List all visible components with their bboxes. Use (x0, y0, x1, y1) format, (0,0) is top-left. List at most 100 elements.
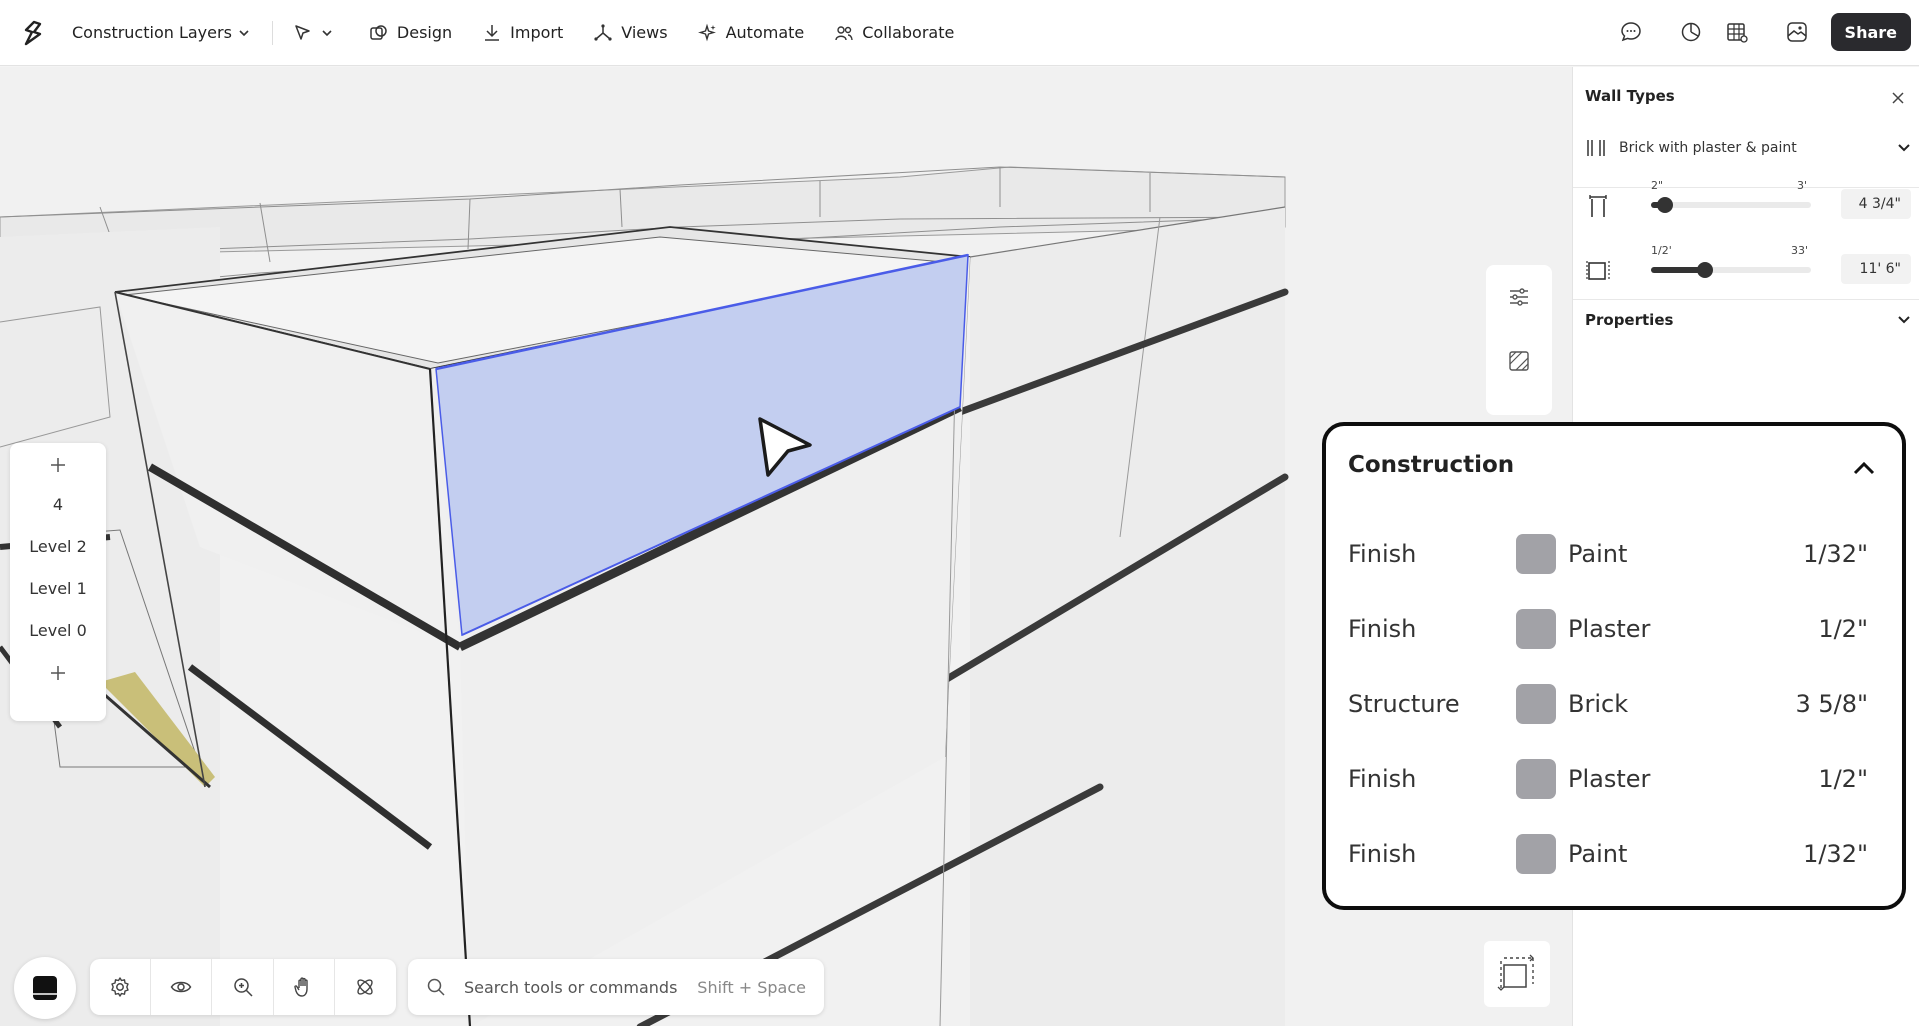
height-max: 33' (1791, 244, 1809, 257)
tool-collaborate[interactable]: Collaborate (834, 23, 954, 43)
search-icon (427, 978, 445, 996)
app-logo-icon[interactable] (18, 18, 48, 48)
layer-thickness: 1/32" (1803, 840, 1868, 868)
chevron-up-icon[interactable] (1852, 458, 1876, 478)
level-item-level-2[interactable]: Level 2 (29, 525, 87, 567)
search-shortcut: Shift + Space (697, 977, 806, 997)
wall-type-dropdown[interactable]: Brick with plaster & paint (1585, 131, 1911, 165)
layer-row[interactable]: Finish Plaster 1/2" (1348, 755, 1868, 803)
thickness-max: 3' (1797, 179, 1808, 192)
material-swatch[interactable] (1516, 609, 1556, 649)
layer-material: Plaster (1568, 615, 1651, 643)
height-slider-knob[interactable] (1697, 262, 1713, 278)
chevron-down-icon (1898, 316, 1910, 324)
layer-row[interactable]: Finish Paint 1/32" (1348, 530, 1868, 578)
level-selector: 4 Level 2 Level 1 Level 0 (10, 443, 106, 721)
layer-thickness: 3 5/8" (1795, 690, 1868, 718)
spreadsheet-icon[interactable] (1725, 20, 1749, 44)
layer-row[interactable]: Structure Brick 3 5/8" (1348, 680, 1868, 728)
app-window: Construction Layers Design Import Views … (0, 0, 1919, 1026)
bottom-toolbar (90, 959, 396, 1015)
pan-button[interactable] (274, 959, 335, 1015)
tool-automate-label: Automate (725, 23, 805, 42)
construction-layers-card: Construction Finish Paint 1/32" Finish P… (1322, 422, 1906, 910)
tool-views[interactable]: Views (593, 23, 668, 43)
project-menu[interactable]: Construction Layers (72, 23, 250, 42)
visibility-button[interactable] (151, 959, 213, 1015)
command-search[interactable]: Search tools or commands Shift + Space (408, 959, 824, 1015)
project-name: Construction Layers (72, 23, 232, 42)
assistant-button[interactable] (14, 957, 76, 1019)
zoom-icon (233, 978, 253, 997)
wall-height-icon (1586, 261, 1610, 281)
material-swatch[interactable] (1516, 834, 1556, 874)
thickness-value-field[interactable]: 4 3/4" (1841, 189, 1911, 219)
collaborate-icon (835, 25, 853, 40)
level-item-4[interactable]: 4 (53, 483, 63, 525)
add-level-bottom-icon[interactable] (48, 663, 68, 683)
tool-automate[interactable]: Automate (697, 23, 805, 43)
material-swatch[interactable] (1516, 534, 1556, 574)
automate-icon (697, 23, 716, 41)
tool-collaborate-label: Collaborate (862, 23, 955, 42)
layer-role: Finish (1348, 840, 1417, 868)
top-bar: Construction Layers Design Import Views … (0, 0, 1919, 66)
close-icon[interactable] (1891, 91, 1905, 105)
adjustments-icon[interactable] (1507, 285, 1531, 309)
render-image-icon[interactable] (1785, 20, 1809, 44)
thickness-min: 2" (1651, 179, 1664, 192)
wall-icon (1587, 140, 1605, 156)
tool-design[interactable]: Design (369, 23, 452, 43)
thickness-slider-knob[interactable] (1657, 197, 1673, 213)
material-icon[interactable] (1507, 349, 1531, 373)
assistant-icon (33, 976, 57, 1000)
orbit-button[interactable] (335, 959, 396, 1015)
layer-material: Brick (1568, 690, 1629, 718)
height-control: 1/2' 33' 11' 6" (1585, 244, 1911, 294)
level-item-level-0[interactable]: Level 0 (29, 609, 87, 651)
toolbar-divider (271, 20, 273, 45)
floating-tool-panel (1486, 265, 1552, 415)
import-icon (485, 24, 500, 41)
layer-row[interactable]: Finish Paint 1/32" (1348, 830, 1868, 878)
layer-thickness: 1/2" (1818, 615, 1868, 643)
layer-row[interactable]: Finish Plaster 1/2" (1348, 605, 1868, 653)
layer-role: Finish (1348, 540, 1417, 568)
height-value-field[interactable]: 11' 6" (1841, 254, 1911, 284)
views-icon (594, 23, 612, 41)
hand-icon (294, 977, 308, 997)
height-slider[interactable] (1651, 262, 1811, 278)
share-button[interactable]: Share (1830, 13, 1911, 51)
right-walls (944, 206, 1286, 1026)
history-icon[interactable] (1679, 20, 1703, 44)
properties-section-header[interactable]: Properties (1585, 311, 1911, 329)
chevron-down-icon (239, 29, 249, 36)
settings-button[interactable] (90, 959, 152, 1015)
top-right-actions: Share (1619, 13, 1911, 51)
tool-views-label: Views (621, 23, 668, 42)
level-item-level-1[interactable]: Level 1 (29, 567, 87, 609)
eye-icon (170, 981, 192, 993)
box-select-icon (1497, 954, 1534, 991)
material-swatch[interactable] (1516, 684, 1556, 724)
layer-material: Paint (1568, 840, 1628, 868)
comment-icon[interactable] (1619, 20, 1643, 44)
construction-title: Construction (1348, 452, 1515, 478)
tool-import-label: Import (510, 23, 564, 42)
add-level-top-icon[interactable] (48, 455, 68, 475)
gear-icon (111, 977, 129, 997)
divider (1573, 299, 1919, 300)
panel-title: Wall Types (1585, 87, 1675, 105)
box-select-tool[interactable] (1484, 941, 1550, 1007)
properties-label: Properties (1585, 311, 1674, 329)
thickness-control: 2" 3' 4 3/4" (1585, 179, 1911, 229)
height-min: 1/2' (1651, 244, 1672, 257)
select-tool-menu[interactable] (293, 23, 333, 43)
chevron-down-icon (1898, 144, 1910, 152)
tool-import[interactable]: Import (482, 23, 563, 43)
layer-material: Plaster (1568, 765, 1651, 793)
material-swatch[interactable] (1516, 759, 1556, 799)
zoom-button[interactable] (212, 959, 274, 1015)
layer-role: Structure (1348, 690, 1460, 718)
thickness-slider[interactable] (1651, 197, 1811, 213)
